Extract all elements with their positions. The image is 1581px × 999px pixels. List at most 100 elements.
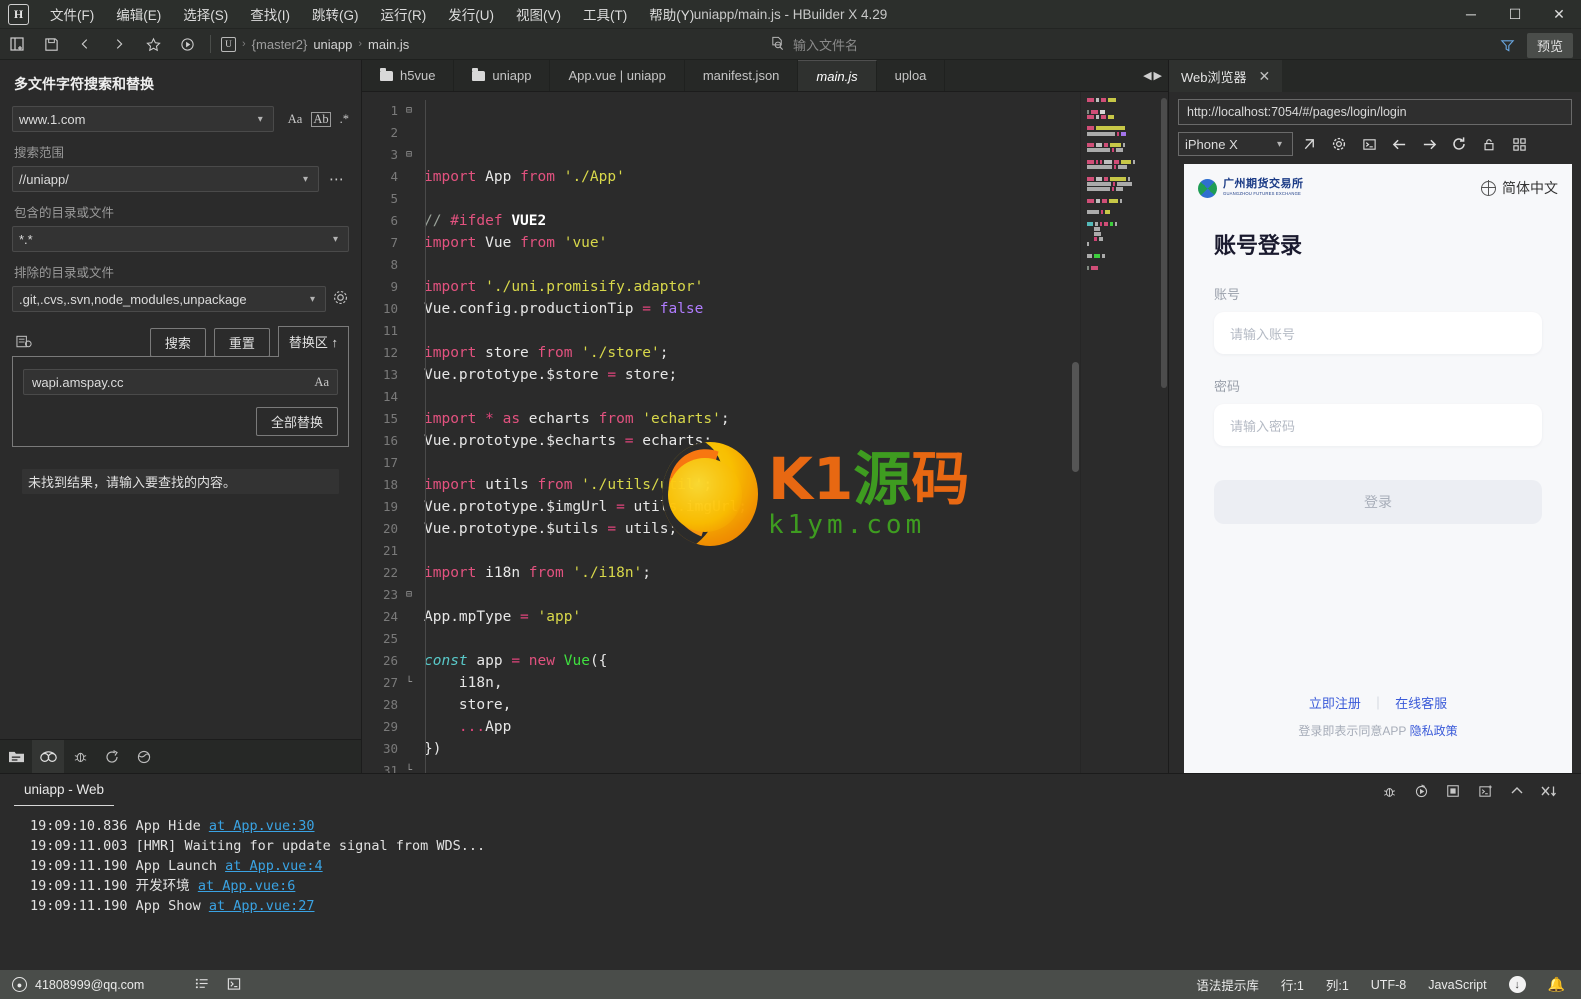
settings-icon[interactable] [1325, 131, 1353, 157]
search-button[interactable]: 搜索 [149, 328, 206, 357]
fold-toggle-icon[interactable]: ⊟ [402, 144, 416, 166]
code-line[interactable]: Vue.prototype.$utils = utils; [424, 518, 1080, 540]
code-line[interactable]: ...App [424, 716, 1080, 738]
editor-tab-mainjs[interactable]: main.js [798, 60, 877, 91]
chevron-down-icon[interactable]: ▾ [254, 114, 267, 125]
bell-icon[interactable]: 🔔 [1548, 976, 1565, 993]
code-line[interactable]: const app = new Vue({ [424, 650, 1080, 672]
code-line[interactable]: import Vue from 'vue' [424, 232, 1080, 254]
restart-icon[interactable] [1407, 779, 1435, 803]
star-icon[interactable] [138, 31, 168, 57]
code-line[interactable]: // #ifdef VUE2 [424, 210, 1080, 232]
minimize-button[interactable]: ─ [1449, 0, 1493, 29]
maximize-button[interactable]: ☐ [1493, 0, 1537, 29]
code-line[interactable]: App.mpType = 'app' [424, 606, 1080, 628]
console-tab-uniapp-web[interactable]: uniapp - Web [14, 776, 115, 806]
run-history-icon[interactable] [96, 740, 128, 774]
encoding-button[interactable]: UTF-8 [1371, 978, 1406, 992]
chevron-down-icon[interactable]: ▾ [306, 294, 319, 305]
code-line[interactable] [424, 452, 1080, 474]
code-line[interactable]: Vue.prototype.$store = store; [424, 364, 1080, 386]
code-line[interactable] [424, 320, 1080, 342]
editor-tab-manifest[interactable]: manifest.json [685, 60, 799, 91]
code-line[interactable]: import i18n from './i18n'; [424, 562, 1080, 584]
editor-scrollbar-thumb[interactable] [1072, 362, 1079, 472]
code-line[interactable]: import App from './App' [424, 166, 1080, 188]
scope-more-button[interactable]: ⋯ [325, 170, 349, 188]
code-line[interactable]: Vue.prototype.$echarts = echarts; [424, 430, 1080, 452]
language-mode-button[interactable]: JavaScript [1428, 978, 1486, 992]
code-line[interactable]: Vue.config.productionTip = false [424, 298, 1080, 320]
fold-toggle-icon[interactable]: ⊟ [402, 100, 416, 122]
console-icon[interactable] [1355, 131, 1383, 157]
scope-input[interactable]: //uniapp/ ▾ [12, 166, 319, 192]
search-filter-icon[interactable] [12, 334, 33, 353]
clear-icon[interactable] [1535, 779, 1563, 803]
tab-scroll-left-button[interactable]: ◀ [1143, 69, 1151, 82]
editor-scrollbar[interactable] [1071, 92, 1080, 773]
search-icon[interactable] [32, 739, 64, 774]
code-content[interactable]: import App from './App' // #ifdef VUE2 im… [416, 92, 1080, 773]
whole-word-icon[interactable]: Ab [311, 111, 331, 127]
preview-button[interactable]: 预览 [1526, 32, 1573, 58]
close-button[interactable]: ✕ [1537, 0, 1581, 29]
replace-input[interactable]: wapi.amspay.cc Aa [23, 369, 338, 395]
console-source-link[interactable]: at App.vue:30 [209, 818, 315, 834]
tab-scroll-right-button[interactable]: ▶ [1154, 69, 1162, 82]
breadcrumb-file[interactable]: main.js [368, 37, 409, 52]
code-line[interactable] [424, 628, 1080, 650]
console-source-link[interactable]: at App.vue:4 [225, 858, 323, 874]
debug-icon[interactable] [64, 740, 96, 774]
close-icon[interactable]: ✕ [1259, 68, 1271, 85]
replace-area-tab[interactable]: 替换区 ↑ [277, 326, 349, 357]
editor-tab-appvue[interactable]: App.vue | uniapp [550, 60, 685, 91]
menu-item-publish[interactable]: 发行(U) [437, 0, 505, 28]
code-editor[interactable]: 1 2 3 4 5 6 7 8 9 10 11 12 13 14 15 16 17 18 19 20 21 22 23 24 2… [362, 92, 1168, 773]
code-fold-column[interactable]: ⊟ ⊟ ⊟ └ └ [402, 92, 416, 773]
browser-viewport[interactable]: 广州期货交易所 GUANGZHOU FUTURES EXCHANGE 简体中文 … [1184, 164, 1572, 773]
code-line[interactable]: import utils from './utils/util'; [424, 474, 1080, 496]
fold-toggle-icon[interactable]: ⊟ [402, 584, 416, 606]
menu-item-file[interactable]: 文件(F) [39, 0, 105, 28]
login-button[interactable]: 登录 [1214, 480, 1542, 524]
external-open-icon[interactable] [1295, 131, 1323, 157]
reload-icon[interactable] [1445, 131, 1473, 157]
code-line[interactable] [424, 386, 1080, 408]
code-line[interactable]: import * as echarts from 'echarts'; [424, 408, 1080, 430]
password-input[interactable]: 请输入密码 [1214, 404, 1542, 446]
code-line[interactable]: i18n, [424, 672, 1080, 694]
menu-item-find[interactable]: 查找(I) [239, 0, 301, 28]
minimap-scrollbar[interactable] [1160, 92, 1168, 773]
cursor-column[interactable]: 列:1 [1326, 975, 1349, 994]
forward-icon[interactable] [1415, 131, 1443, 157]
console-output[interactable]: 19:09:10.836 App Hide at App.vue:30 19:09… [0, 808, 1581, 970]
run-icon[interactable] [172, 31, 202, 57]
replace-all-button[interactable]: 全部替换 [255, 407, 338, 436]
cursor-line[interactable]: 行:1 [1281, 975, 1304, 994]
regex-icon[interactable]: .* [340, 112, 349, 127]
code-line[interactable] [424, 760, 1080, 773]
policy-link[interactable]: 隐私政策 [1410, 724, 1458, 738]
code-line[interactable]: import store from './store'; [424, 342, 1080, 364]
account-input[interactable]: 请输入账号 [1214, 312, 1542, 354]
terminal-icon[interactable] [226, 976, 242, 994]
menu-item-tools[interactable]: 工具(T) [572, 0, 638, 28]
code-line[interactable]: store, [424, 694, 1080, 716]
code-line[interactable] [424, 254, 1080, 276]
stop-icon[interactable] [1439, 779, 1467, 803]
save-icon[interactable] [36, 31, 66, 57]
bug-icon[interactable] [1375, 779, 1403, 803]
gear-icon[interactable] [332, 289, 349, 310]
menu-item-view[interactable]: 视图(V) [505, 0, 572, 28]
menu-item-run[interactable]: 运行(R) [370, 0, 438, 28]
minimap-thumb[interactable] [1161, 98, 1167, 388]
editor-tab-upload[interactable]: uploa [877, 60, 946, 91]
search-query-input[interactable]: www.1.com ▾ [12, 106, 274, 132]
exclude-input[interactable]: .git,.cvs,.svn,node_modules,unpackage ▾ [12, 286, 326, 312]
chevron-down-icon[interactable]: ▾ [299, 174, 312, 185]
minimap[interactable] [1080, 92, 1168, 773]
support-link[interactable]: 在线客服 [1395, 696, 1447, 711]
terminal-add-icon[interactable] [1471, 779, 1499, 803]
breadcrumb-branch[interactable]: {master2} [252, 37, 308, 52]
code-line[interactable]: Vue.prototype.$imgUrl = utils.imgUrl; [424, 496, 1080, 518]
